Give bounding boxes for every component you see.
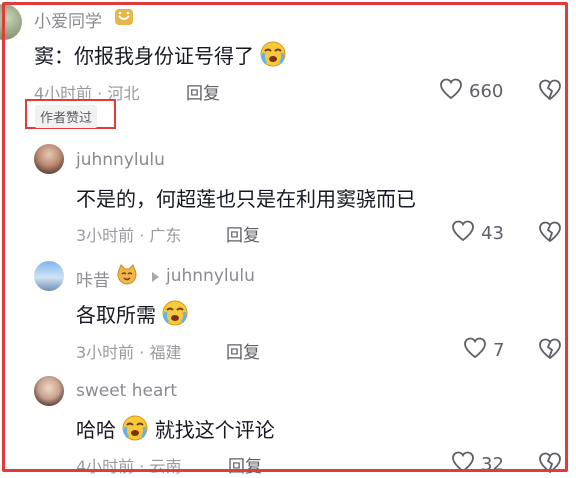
reply-to-username[interactable]: juhnnylulu <box>166 266 255 286</box>
comment-text: 窦：你报我身份证号得了 <box>34 40 286 72</box>
cat-face-emoji <box>116 264 138 286</box>
broken-heart-icon[interactable] <box>538 452 562 474</box>
comment-username[interactable]: 咔昔 <box>76 266 110 291</box>
avatar[interactable] <box>34 376 64 406</box>
author-liked-badge: 作者赞过 <box>35 105 98 128</box>
crying-face-emoji <box>122 415 148 446</box>
smile-badge-icon <box>114 7 134 27</box>
heart-outline-icon <box>451 220 475 247</box>
like-count: 43 <box>481 223 504 244</box>
comment-text: 各取所需 <box>76 299 188 331</box>
reply-button[interactable]: 回复 <box>226 338 260 363</box>
broken-heart-icon[interactable] <box>538 79 562 101</box>
like-button[interactable]: 660 <box>439 78 503 105</box>
broken-heart-icon[interactable] <box>538 221 562 243</box>
like-button[interactable]: 32 <box>451 451 504 478</box>
reply-button[interactable]: 回复 <box>226 221 260 246</box>
avatar[interactable] <box>34 144 64 174</box>
comment-text: 哈哈 就找这个评论 <box>76 414 275 446</box>
comment-meta: 3小时前 · 福建 <box>76 343 182 362</box>
heart-outline-icon <box>439 78 463 105</box>
comment-meta: 4小时前 · 云南 <box>76 457 182 476</box>
comment-meta: 3小时前 · 广东 <box>76 226 182 245</box>
like-button[interactable]: 43 <box>451 220 504 247</box>
comment-text: 不是的，何超莲也只是在利用窦骁而已 <box>76 187 416 211</box>
heart-outline-icon <box>451 451 475 478</box>
like-count: 32 <box>481 454 504 475</box>
reply-button[interactable]: 回复 <box>228 452 262 477</box>
heart-outline-icon <box>463 337 487 364</box>
comment-username[interactable]: sweet heart <box>76 381 177 401</box>
comment-username[interactable]: juhnnylulu <box>76 150 165 170</box>
crying-face-emoji <box>162 300 188 331</box>
reply-button[interactable]: 回复 <box>186 79 220 104</box>
crying-face-emoji <box>260 41 286 72</box>
avatar[interactable] <box>0 4 22 40</box>
avatar[interactable] <box>34 261 64 291</box>
like-button[interactable]: 7 <box>463 337 504 364</box>
author-liked-highlight: 作者赞过 <box>25 99 116 129</box>
broken-heart-icon[interactable] <box>538 338 562 360</box>
comment-username[interactable]: 小爱同学 <box>34 7 102 32</box>
reply-arrow-icon <box>152 272 159 282</box>
like-count: 7 <box>493 340 505 361</box>
like-count: 660 <box>469 81 504 102</box>
